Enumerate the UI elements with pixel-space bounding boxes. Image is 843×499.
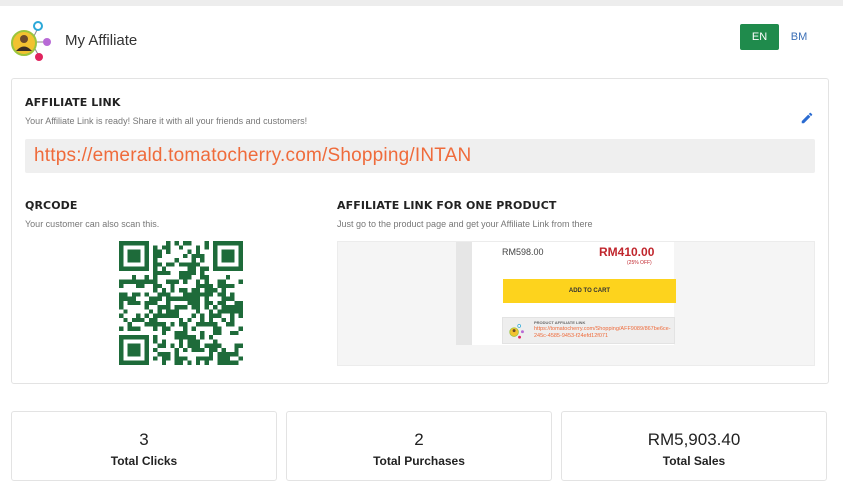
stat-total-purchases: 2 Total Purchases — [286, 411, 552, 481]
language-bm-button[interactable]: BM — [784, 24, 814, 50]
qrcode-subtitle: Your customer can also scan this. — [25, 219, 160, 229]
stat-total-clicks: 3 Total Clicks — [11, 411, 277, 481]
stat-label: Total Clicks — [110, 454, 178, 468]
affiliate-logo-icon — [11, 21, 51, 61]
one-product-subtitle: Just go to the product page and get your… — [337, 219, 593, 229]
affiliate-link-subtitle: Your Affiliate Link is ready! Share it w… — [25, 116, 308, 126]
stat-total-sales: RM5,903.40 Total Sales — [561, 411, 827, 481]
stat-value: 2 — [414, 430, 424, 449]
stat-label: Total Sales — [662, 454, 726, 468]
preview-old-price: RM598.00 — [502, 247, 544, 257]
qrcode-title: QRCODE — [25, 199, 78, 212]
qr-code — [119, 241, 243, 365]
preview-product-link: https://tomatocherry.com/Shopping/AFF908… — [534, 326, 671, 339]
preview-add-to-cart-button: ADD TO CART — [503, 279, 676, 303]
edit-pencil-icon[interactable] — [800, 111, 814, 125]
preview-new-price: RM410.00 — [599, 245, 655, 259]
preview-product-link-box: PRODUCT AFFILIATE LINK https://tomatoche… — [502, 317, 675, 344]
preview-image-strip — [456, 242, 472, 345]
preview-discount: (25% OFF) — [627, 260, 652, 266]
preview-product-link-label: PRODUCT AFFILIATE LINK — [534, 320, 586, 325]
affiliate-link-url[interactable]: https://emerald.tomatocherry.com/Shoppin… — [34, 145, 471, 167]
preview-affiliate-logo-icon — [509, 324, 524, 339]
one-product-title: AFFILIATE LINK FOR ONE PRODUCT — [337, 199, 557, 212]
page-title: My Affiliate — [65, 32, 138, 49]
product-page-preview: RM598.00 RM410.00 (25% OFF) ADD TO CART … — [337, 241, 815, 366]
page-header: My Affiliate EN BM — [0, 6, 843, 76]
stat-value: RM5,903.40 — [647, 430, 741, 449]
stat-value: 3 — [139, 430, 149, 449]
affiliate-page: My Affiliate EN BM AFFILIATE LINK Your A… — [0, 6, 843, 499]
language-en-button[interactable]: EN — [740, 24, 779, 50]
affiliate-link-field[interactable]: https://emerald.tomatocherry.com/Shoppin… — [25, 139, 815, 173]
stat-label: Total Purchases — [373, 454, 465, 468]
affiliate-link-title: AFFILIATE LINK — [25, 96, 121, 109]
affiliate-link-card: AFFILIATE LINK Your Affiliate Link is re… — [11, 78, 829, 384]
